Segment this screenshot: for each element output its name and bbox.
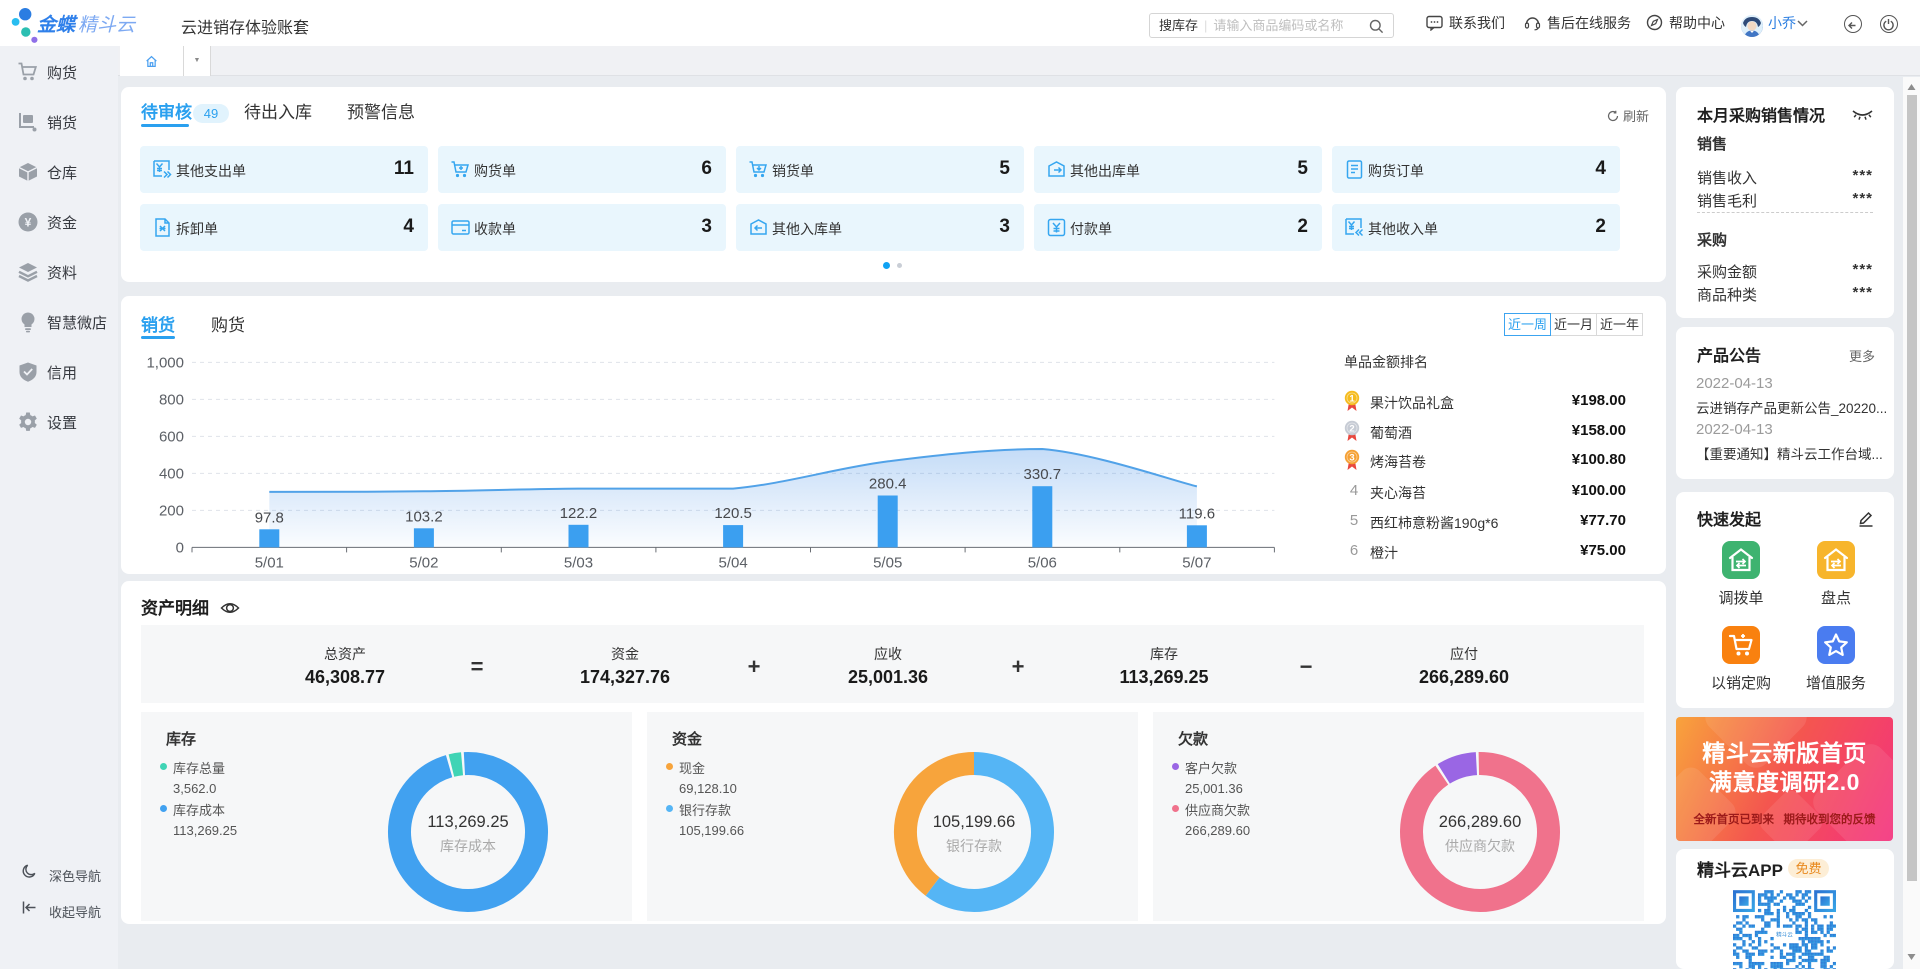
svg-text:330.7: 330.7 bbox=[1024, 466, 1062, 483]
svg-text:119.6: 119.6 bbox=[1179, 505, 1215, 522]
svg-text:¥: ¥ bbox=[25, 216, 32, 230]
svg-text:5/05: 5/05 bbox=[873, 554, 902, 571]
svg-text:金蝶: 金蝶 bbox=[37, 14, 78, 36]
svg-text:200: 200 bbox=[159, 502, 184, 519]
svg-text:120.5: 120.5 bbox=[714, 505, 752, 522]
svg-text:600: 600 bbox=[159, 428, 184, 445]
svg-text:5/03: 5/03 bbox=[564, 554, 593, 571]
svg-text:5/06: 5/06 bbox=[1028, 554, 1057, 571]
svg-text:2: 2 bbox=[1349, 423, 1354, 434]
svg-text:97.8: 97.8 bbox=[255, 509, 284, 526]
svg-text:280.4: 280.4 bbox=[869, 476, 907, 493]
svg-text:5/07: 5/07 bbox=[1182, 554, 1211, 571]
svg-text:5/02: 5/02 bbox=[409, 554, 438, 571]
svg-text:1,000: 1,000 bbox=[146, 354, 184, 371]
svg-text:5/01: 5/01 bbox=[255, 554, 284, 571]
svg-text:400: 400 bbox=[159, 465, 184, 482]
svg-text:103.2: 103.2 bbox=[405, 508, 443, 525]
svg-text:0: 0 bbox=[176, 539, 184, 556]
svg-text:122.2: 122.2 bbox=[560, 505, 598, 522]
svg-text:1: 1 bbox=[1349, 393, 1355, 404]
svg-text:800: 800 bbox=[159, 391, 184, 408]
svg-text:3: 3 bbox=[1349, 452, 1354, 463]
svg-text:5/04: 5/04 bbox=[718, 554, 747, 571]
svg-text:精斗云: 精斗云 bbox=[78, 15, 137, 36]
svg-text:精斗云: 精斗云 bbox=[1776, 931, 1793, 939]
